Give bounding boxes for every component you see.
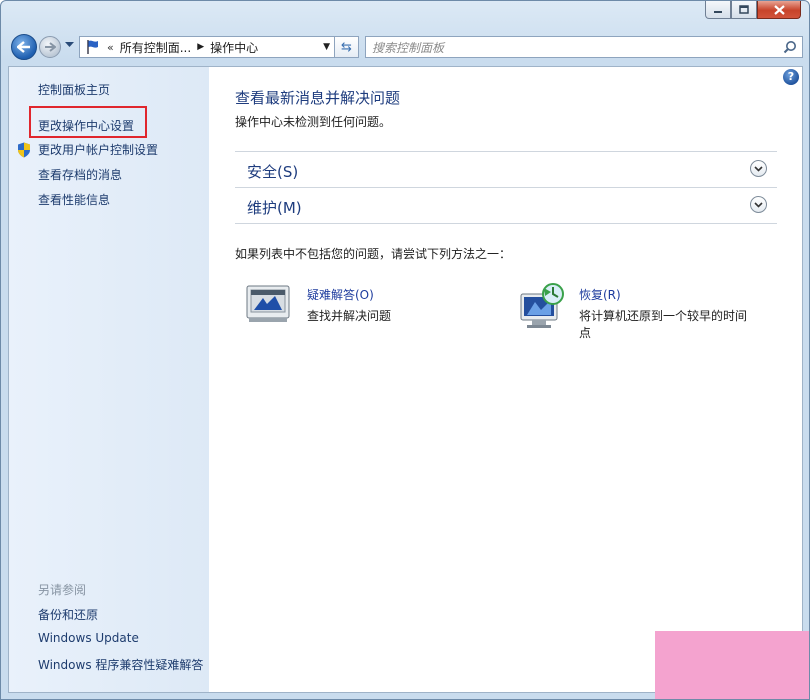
page-title: 查看最新消息并解决问题 <box>235 89 401 107</box>
maximize-button[interactable] <box>731 1 757 19</box>
minimize-icon <box>714 10 722 13</box>
forward-button[interactable] <box>39 36 61 58</box>
address-bar[interactable]: « 所有控制面... ▶ 操作中心 ▼ <box>79 36 335 58</box>
close-button[interactable] <box>757 1 801 19</box>
maximize-icon <box>739 5 749 14</box>
refresh-icon: ⇆ <box>341 39 352 55</box>
recovery-link[interactable]: 恢复(R) <box>579 286 621 303</box>
close-icon <box>773 4 785 15</box>
caption-buttons <box>705 1 801 19</box>
see-also-heading: 另请参阅 <box>38 583 87 597</box>
action-center-flag-icon <box>87 40 98 54</box>
troubleshooting-item: 疑难解答(O) 查找并解决问题 <box>245 282 391 327</box>
status-message: 操作中心未检测到任何问题。 <box>235 115 392 129</box>
section-maintenance-label[interactable]: 维护(M) <box>247 197 302 218</box>
sidebar-link-program-compatibility-troubleshooter[interactable]: Windows 程序兼容性疑难解答 <box>38 656 203 673</box>
search-box[interactable] <box>365 36 803 59</box>
sidebar-link-view-archived-messages[interactable]: 查看存档的消息 <box>38 166 122 183</box>
sidebar-link-windows-update[interactable]: Windows Update <box>38 631 139 645</box>
sidebar-link-change-action-center-settings[interactable]: 更改操作中心设置 <box>38 117 134 134</box>
chevron-down-icon <box>754 165 763 172</box>
sidebar-link-view-performance-info[interactable]: 查看性能信息 <box>38 191 110 208</box>
content-area: 控制面板主页 更改操作中心设置 更改用户帐户控制设置 查看存档的消息 查看性能信… <box>8 66 803 693</box>
minimize-button[interactable] <box>705 1 731 19</box>
breadcrumb-action-center[interactable]: 操作中心 <box>210 39 258 56</box>
breadcrumb-separator-icon[interactable]: ▶ <box>197 42 204 52</box>
uac-shield-icon <box>18 142 30 158</box>
task-pane: 控制面板主页 更改操作中心设置 更改用户帐户控制设置 查看存档的消息 查看性能信… <box>9 67 209 692</box>
sidebar-link-control-panel-home[interactable]: 控制面板主页 <box>38 81 110 98</box>
search-input[interactable] <box>366 37 774 59</box>
navigation-bar: « 所有控制面... ▶ 操作中心 ▼ ⇆ <box>9 33 803 61</box>
troubleshooting-icon[interactable] <box>245 282 293 324</box>
search-icon[interactable] <box>783 40 797 54</box>
troubleshooting-description: 查找并解决问题 <box>307 309 392 323</box>
recovery-description: 将计算机还原到一个较早的时间点 <box>579 309 748 340</box>
recovery-item: 恢复(R) 将计算机还原到一个较早的时间点 <box>517 282 747 340</box>
breadcrumb-overflow[interactable]: « <box>107 41 114 54</box>
maintenance-expand-button[interactable] <box>750 196 767 213</box>
section-divider <box>235 223 777 224</box>
security-expand-button[interactable] <box>750 160 767 177</box>
section-security[interactable]: 安全(S) <box>235 151 777 186</box>
arrow-right-icon <box>45 42 56 52</box>
arrow-left-icon <box>17 41 30 53</box>
address-dropdown-icon[interactable]: ▼ <box>323 42 330 52</box>
chevron-down-icon <box>754 201 763 208</box>
help-icon[interactable]: ? <box>783 69 799 85</box>
sidebar-link-change-uac-settings[interactable]: 更改用户帐户控制设置 <box>38 141 158 158</box>
troubleshooting-link[interactable]: 疑难解答(O) <box>307 286 374 303</box>
control-panel-window: « 所有控制面... ▶ 操作中心 ▼ ⇆ 控制面板主页 更改操作中心设置 更改… <box>0 0 810 700</box>
recovery-icon[interactable] <box>517 282 569 330</box>
breadcrumb-all-control-panel[interactable]: 所有控制面... <box>120 39 191 56</box>
refresh-button[interactable]: ⇆ <box>335 36 359 58</box>
watermark-overlay <box>655 631 809 699</box>
recent-pages-chevron-icon[interactable] <box>65 42 74 48</box>
alternatives-hint: 如果列表中不包括您的问题，请尝试下列方法之一： <box>235 247 512 261</box>
section-security-label[interactable]: 安全(S) <box>247 161 298 182</box>
back-button[interactable] <box>11 34 37 60</box>
sidebar-link-backup-and-restore[interactable]: 备份和还原 <box>38 606 98 623</box>
section-maintenance[interactable]: 维护(M) <box>235 187 777 222</box>
